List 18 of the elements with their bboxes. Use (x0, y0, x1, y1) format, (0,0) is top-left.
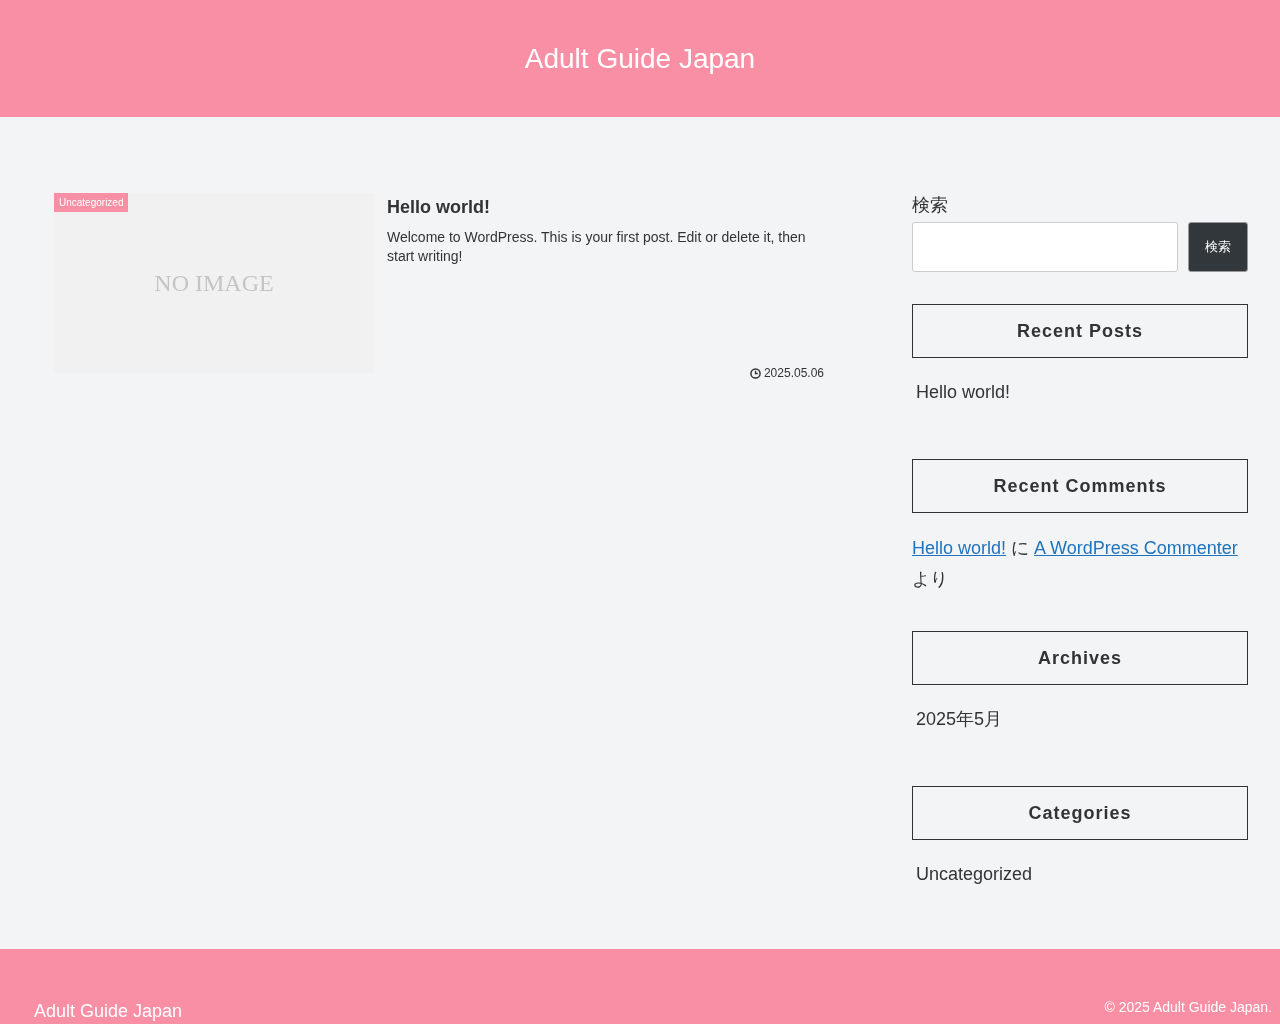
widget-link[interactable]: Uncategorized (912, 840, 1248, 909)
post-date: 2025.05.06 (763, 366, 824, 380)
widget-title: Recent Posts (912, 304, 1248, 358)
copyright: © 2025 Adult Guide Japan. (1104, 999, 1272, 1015)
widget-title: Categories (912, 786, 1248, 840)
widget-link[interactable]: 2025年5月 (912, 685, 1248, 754)
widget-title: Recent Comments (912, 459, 1248, 513)
clock-icon (749, 367, 761, 379)
search-button[interactable]: 検索 (1188, 222, 1248, 272)
widget-link[interactable]: Hello world! (912, 358, 1248, 427)
recent-comment: Hello world! に A WordPress Commenter より (912, 537, 1239, 591)
author-link[interactable]: A WordPress Commenter (1034, 538, 1238, 558)
search-label: 検索 (912, 194, 949, 217)
post-link[interactable]: Hello world! (912, 538, 1007, 558)
post-excerpt: Welcome to WordPress. This is your first post. Edit or delete it, then start writing! (387, 228, 807, 266)
widget-title: Archives (912, 631, 1248, 685)
post-title[interactable]: Hello world! (387, 197, 490, 218)
search-field[interactable] (912, 222, 1178, 272)
